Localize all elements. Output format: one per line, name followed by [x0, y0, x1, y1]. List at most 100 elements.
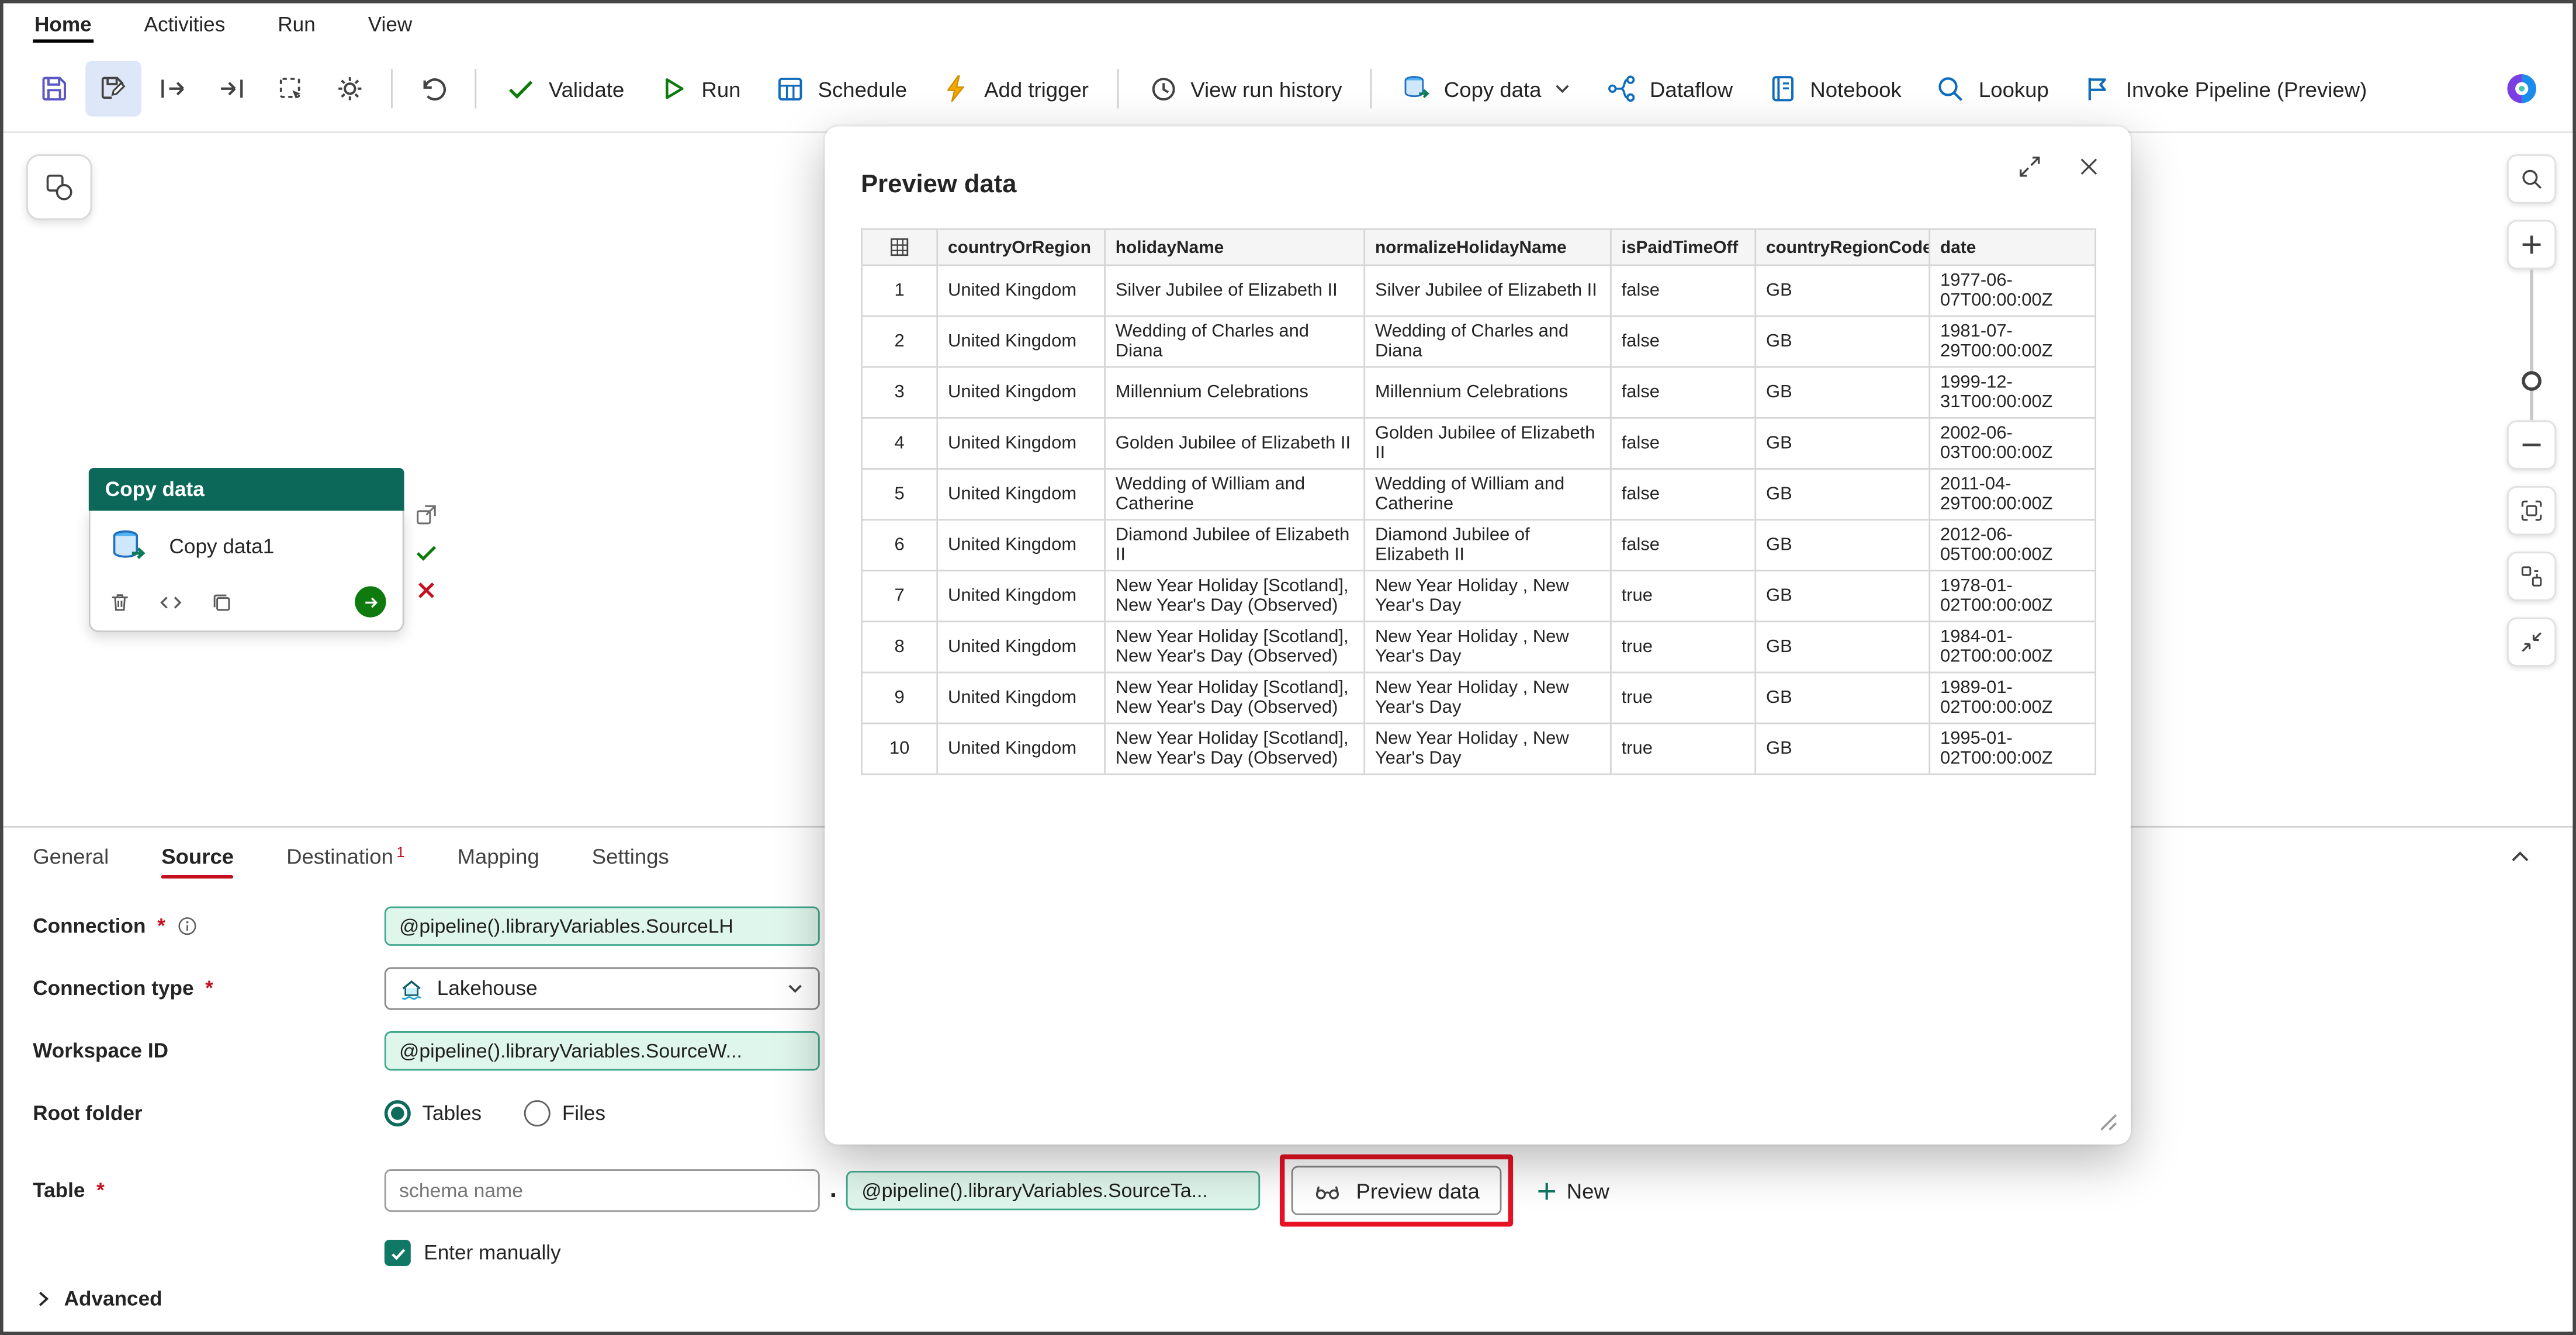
- table-row: 8United KingdomNew Year Holiday [Scotlan…: [861, 622, 2095, 672]
- menu-run[interactable]: Run: [276, 6, 317, 43]
- table-row: 4United KingdomGolden Jubilee of Elizabe…: [861, 418, 2095, 469]
- copy-data-icon: [1400, 72, 1432, 105]
- auto-align-button[interactable]: [2507, 552, 2556, 601]
- error-count-badge: 1: [397, 843, 405, 859]
- copy-data-activity-card[interactable]: Copy data Copy data1: [89, 468, 404, 632]
- export-button[interactable]: [144, 61, 200, 117]
- table-cell: New Year Holiday , New Year's Day: [1365, 622, 1611, 672]
- expand-dialog-button[interactable]: [2013, 150, 2045, 182]
- column-header[interactable]: holidayName: [1105, 229, 1365, 265]
- table-cell: GB: [1756, 418, 1930, 469]
- save-button[interactable]: [26, 61, 82, 117]
- tab-settings[interactable]: Settings: [592, 828, 669, 885]
- connection-type-dropdown[interactable]: Lakehouse: [385, 967, 820, 1010]
- row-number-cell: 10: [861, 723, 937, 774]
- undo-button[interactable]: [406, 61, 462, 117]
- column-header[interactable]: countryRegionCode: [1756, 229, 1930, 265]
- lookup-button[interactable]: Lookup: [1920, 61, 2063, 117]
- zoom-in-button[interactable]: [2507, 220, 2556, 269]
- tab-destination[interactable]: Destination1: [286, 828, 405, 885]
- add-trigger-button[interactable]: Add trigger: [925, 61, 1103, 117]
- menu-home[interactable]: Home: [33, 6, 93, 43]
- row-number-cell: 5: [861, 469, 937, 519]
- info-icon[interactable]: [175, 915, 198, 938]
- radio-tables[interactable]: Tables: [385, 1100, 482, 1126]
- canvas-dock-button[interactable]: [26, 154, 92, 220]
- error-x-icon[interactable]: [414, 578, 438, 602]
- tab-source[interactable]: Source: [161, 828, 234, 885]
- zoom-slider-knob[interactable]: [2522, 371, 2542, 391]
- code-view-button[interactable]: [158, 589, 184, 615]
- validate-button[interactable]: Validate: [490, 61, 639, 117]
- view-run-history-button[interactable]: View run history: [1131, 61, 1357, 117]
- multi-select-button[interactable]: [263, 61, 319, 117]
- column-header[interactable]: normalizeHolidayName: [1365, 229, 1611, 265]
- enter-manually-checkbox[interactable]: [385, 1240, 411, 1266]
- table-cell: false: [1611, 367, 1755, 418]
- table-row: 9United KingdomNew Year Holiday [Scotlan…: [861, 672, 2095, 723]
- table-cell: false: [1611, 418, 1755, 469]
- table-expression-field[interactable]: [847, 1171, 1261, 1210]
- table-cell: Silver Jubilee of Elizabeth II: [1105, 265, 1365, 316]
- table-cell: 2011-04-29T00:00:00Z: [1930, 469, 2096, 519]
- table-cell: New Year Holiday [Scotland], New Year's …: [1105, 622, 1365, 672]
- tab-mapping[interactable]: Mapping: [458, 828, 539, 885]
- workspace-id-expression-field[interactable]: [385, 1031, 820, 1070]
- invoke-pipeline-button[interactable]: Invoke Pipeline (Preview): [2067, 61, 2382, 117]
- activity-output-port[interactable]: [355, 586, 386, 617]
- canvas-search-button[interactable]: [2507, 154, 2556, 203]
- success-check-icon[interactable]: [414, 540, 438, 565]
- menu-activities[interactable]: Activities: [143, 6, 227, 43]
- notebook-button[interactable]: Notebook: [1751, 61, 1916, 117]
- lookup-search-icon: [1934, 72, 1967, 105]
- schema-name-input[interactable]: [385, 1169, 820, 1212]
- zoom-slider-track: [2530, 269, 2533, 421]
- copy-data-toolbar-button[interactable]: Copy data: [1385, 61, 1588, 117]
- run-button[interactable]: Run: [642, 61, 756, 117]
- save-icon: [38, 72, 71, 105]
- advanced-toggle[interactable]: Advanced: [33, 1288, 2543, 1310]
- column-header[interactable]: date: [1930, 229, 2096, 265]
- modal-title: Preview data: [825, 126, 2131, 228]
- close-dialog-button[interactable]: [2072, 150, 2104, 182]
- column-header[interactable]: countryOrRegion: [937, 229, 1105, 265]
- table-cell: true: [1611, 571, 1755, 622]
- resize-handle[interactable]: [2094, 1108, 2117, 1131]
- tab-general[interactable]: General: [33, 828, 109, 885]
- copilot-button[interactable]: [2494, 61, 2550, 117]
- root-folder-radio-group: Tables Files: [385, 1100, 605, 1126]
- lookup-label: Lookup: [1979, 77, 2049, 101]
- collapse-panel-button[interactable]: [2497, 833, 2543, 879]
- open-output-icon[interactable]: [414, 502, 438, 527]
- settings-button[interactable]: [322, 61, 378, 117]
- schedule-button[interactable]: Schedule: [759, 61, 922, 117]
- menu-view[interactable]: View: [366, 6, 414, 43]
- zoom-slider[interactable]: [2507, 269, 2556, 421]
- table-cell: New Year Holiday , New Year's Day: [1365, 723, 1611, 774]
- save-as-icon: [97, 72, 130, 105]
- import-button[interactable]: [204, 61, 260, 117]
- zoom-out-button[interactable]: [2507, 421, 2556, 470]
- preview-data-label: Preview data: [1356, 1178, 1480, 1203]
- row-number-cell: 3: [861, 367, 937, 418]
- zoom-to-fit-button[interactable]: [2507, 486, 2556, 535]
- table-cell: Wedding of William and Catherine: [1105, 469, 1365, 519]
- table-cell: United Kingdom: [937, 672, 1105, 723]
- table-cell: 1981-07-29T00:00:00Z: [1930, 316, 2096, 367]
- dataflow-button[interactable]: Dataflow: [1591, 61, 1748, 117]
- delete-activity-button[interactable]: [107, 589, 133, 615]
- column-header[interactable]: isPaidTimeOff: [1611, 229, 1755, 265]
- new-connection-button[interactable]: New: [1535, 1178, 1609, 1203]
- connection-expression-field[interactable]: [385, 906, 820, 945]
- preview-table: countryOrRegion holidayName normalizeHol…: [861, 228, 2096, 775]
- duplicate-activity-button[interactable]: [209, 589, 235, 615]
- table-cell: United Kingdom: [937, 265, 1105, 316]
- radio-files[interactable]: Files: [524, 1100, 605, 1126]
- multi-select-icon: [274, 72, 307, 105]
- toolbar-separator: [1370, 69, 1372, 108]
- table-cell: Golden Jubilee of Elizabeth II: [1365, 418, 1611, 469]
- save-as-button[interactable]: [85, 61, 141, 117]
- preview-data-modal: Preview data countryOrRegion holidayName…: [825, 126, 2131, 1145]
- preview-data-button[interactable]: Preview data: [1292, 1166, 1501, 1215]
- collapse-canvas-button[interactable]: [2507, 618, 2556, 667]
